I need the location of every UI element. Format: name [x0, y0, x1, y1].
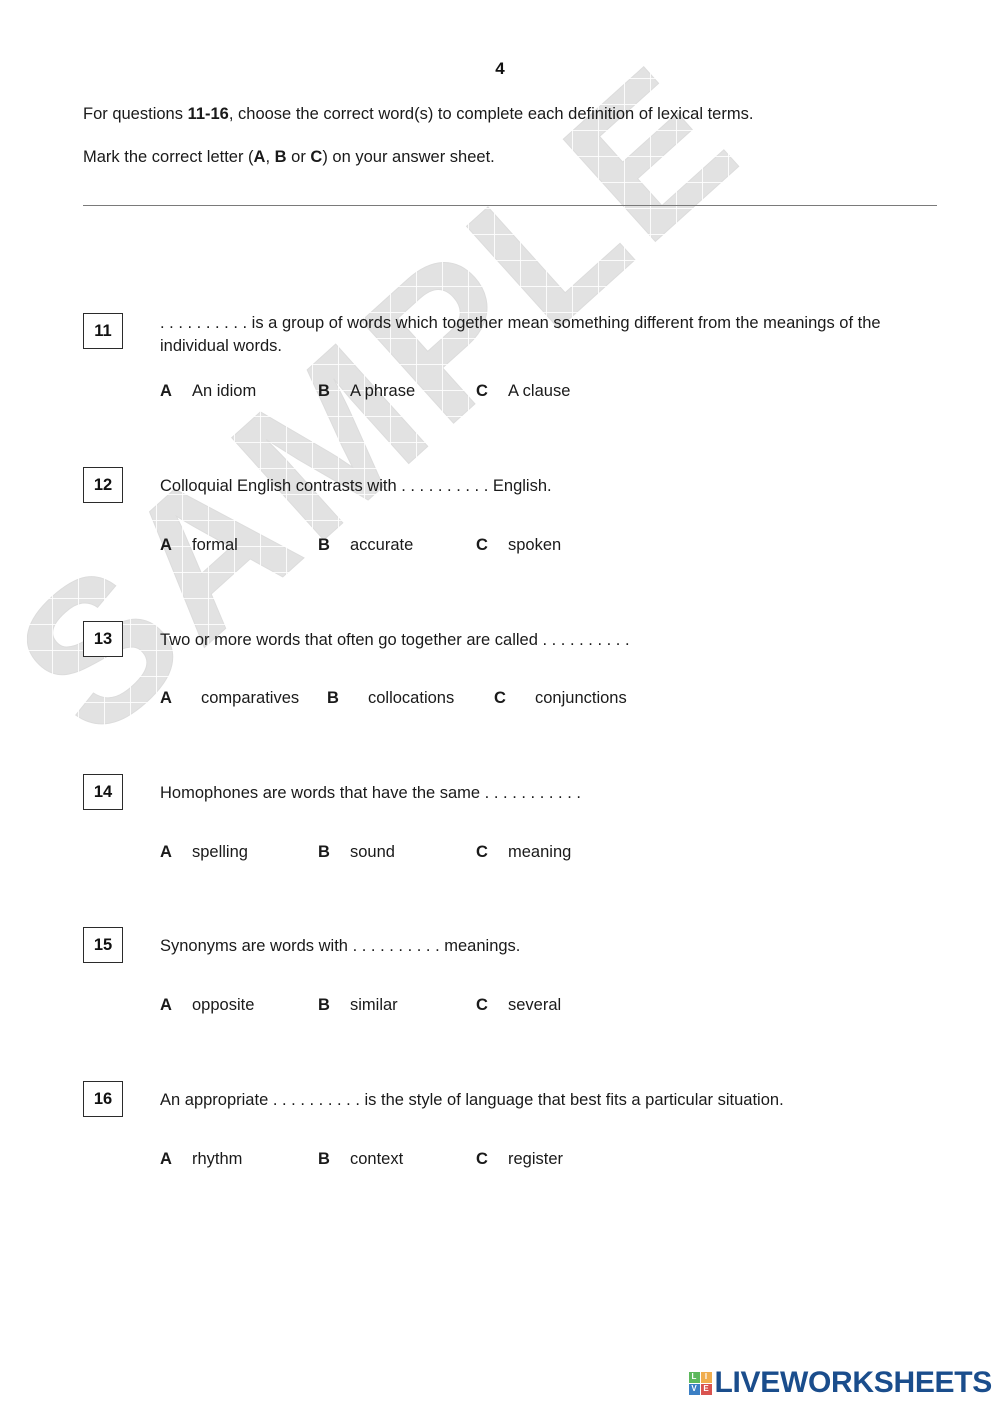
option-15-a[interactable]: Aopposite: [160, 996, 318, 1015]
option-text-a: rhythm: [192, 1150, 243, 1168]
option-letter-a: A: [160, 1150, 172, 1168]
option-text-a: spelling: [192, 843, 248, 861]
option-letter-b: B: [318, 536, 330, 554]
option-text-b: context: [350, 1150, 404, 1168]
question-number-box-14: 14: [83, 774, 123, 810]
option-11-c[interactable]: C A clause: [476, 382, 570, 401]
option-letter-b: B: [318, 996, 330, 1014]
option-16-b[interactable]: Bcontext: [318, 1150, 476, 1169]
option-letter-c: C: [494, 689, 506, 707]
option-14-c[interactable]: Cmeaning: [476, 843, 571, 862]
option-text-c: several: [508, 996, 562, 1014]
liveworksheets-logo[interactable]: L I V E LIVEWORKSHEETS: [688, 1366, 993, 1400]
instruction-2-suffix: ) on your answer sheet.: [322, 148, 495, 166]
option-11-a[interactable]: A An idiom: [160, 382, 318, 401]
instruction-2-prefix: Mark the correct letter (: [83, 148, 254, 166]
option-letter-b: B: [318, 1150, 330, 1168]
option-11-b[interactable]: B A phrase: [318, 382, 476, 401]
question-number-box-13: 13: [83, 621, 123, 657]
question-stem-14: Homophones are words that have the same …: [160, 784, 581, 802]
instruction-line-1: For questions 11-16, choose the correct …: [83, 105, 753, 124]
question-stem-15: Synonyms are words with . . . . . . . . …: [160, 937, 521, 955]
question-stem-12: Colloquial English contrasts with . . . …: [160, 477, 552, 495]
option-letter-b: B: [327, 689, 339, 707]
option-letter-a: A: [160, 536, 172, 554]
question-number-box-11: 11: [83, 313, 123, 349]
question-stem-11: . . . . . . . . . . is a group of words …: [160, 314, 881, 356]
option-letter-c: C: [476, 843, 488, 861]
option-12-c[interactable]: Cspoken: [476, 536, 561, 555]
options-12: Aformal Baccurate Cspoken: [160, 536, 561, 555]
option-text-c: spoken: [508, 536, 562, 554]
instruction-2-sep-1: ,: [265, 148, 275, 166]
option-16-a[interactable]: Arhythm: [160, 1150, 318, 1169]
option-14-b[interactable]: Bsound: [318, 843, 476, 862]
option-letter-a: A: [160, 382, 172, 400]
options-14: Aspelling Bsound Cmeaning: [160, 843, 571, 862]
page-number: 4: [495, 59, 505, 78]
option-letter-a: A: [160, 996, 172, 1014]
logo-tile-i: I: [700, 1371, 712, 1383]
option-letter-b: B: [318, 843, 330, 861]
option-text-c: meaning: [508, 843, 572, 861]
option-letter-c: C: [476, 382, 488, 400]
option-12-a[interactable]: Aformal: [160, 536, 318, 555]
logo-wordmark: LIVEWORKSHEETS: [714, 1366, 993, 1399]
question-stem-13: Two or more words that often go together…: [160, 631, 630, 649]
option-text-b: similar: [350, 996, 398, 1014]
instruction-1-suffix: , choose the correct word(s) to complete…: [228, 105, 754, 123]
options-13: Acomparatives Bcollocations Cconjunctions: [160, 689, 627, 708]
options-11: A An idiom B A phrase C A clause: [160, 382, 570, 401]
instruction-line-2: Mark the correct letter (A, B or C) on y…: [83, 148, 495, 167]
option-text-b: A phrase: [350, 382, 416, 400]
option-text-c: conjunctions: [535, 689, 627, 707]
logo-tile-l: L: [688, 1371, 700, 1383]
option-letter-c: C: [476, 996, 488, 1014]
section-divider: [83, 205, 937, 206]
instruction-2-sep-2: or: [286, 148, 311, 166]
option-letter-c: C: [476, 1150, 488, 1168]
option-text-a: An idiom: [192, 382, 257, 400]
instruction-1-prefix: For questions: [83, 105, 188, 123]
option-text-a: formal: [192, 536, 238, 554]
option-text-a: comparatives: [201, 689, 300, 707]
option-text-b: collocations: [368, 689, 455, 707]
question-stem-16: An appropriate . . . . . . . . . . is th…: [160, 1091, 784, 1109]
logo-tile-e: E: [700, 1383, 712, 1395]
option-13-b[interactable]: Bcollocations: [327, 689, 494, 708]
question-number-box-16: 16: [83, 1081, 123, 1117]
option-15-c[interactable]: Cseveral: [476, 996, 561, 1015]
logo-tile-v: V: [688, 1383, 700, 1395]
option-letter-a: A: [160, 843, 172, 861]
option-text-a: opposite: [192, 996, 255, 1014]
instruction-2-letter-c: C: [310, 148, 323, 166]
option-letter-c: C: [476, 536, 488, 554]
instruction-2-letter-b: B: [274, 148, 287, 166]
worksheet-page: SAMPLE 4 For questions 11-16, choose the…: [0, 0, 1000, 1413]
question-number-box-12: 12: [83, 467, 123, 503]
option-text-b: accurate: [350, 536, 414, 554]
option-letter-a: A: [160, 689, 172, 707]
option-text-c: register: [508, 1150, 564, 1168]
option-text-b: sound: [350, 843, 395, 861]
live-logo-icon: L I V E: [688, 1371, 712, 1395]
option-letter-b: B: [318, 382, 330, 400]
options-16: Arhythm Bcontext Cregister: [160, 1150, 563, 1169]
option-12-b[interactable]: Baccurate: [318, 536, 476, 555]
option-13-a[interactable]: Acomparatives: [160, 689, 327, 708]
option-14-a[interactable]: Aspelling: [160, 843, 318, 862]
question-number-box-15: 15: [83, 927, 123, 963]
option-13-c[interactable]: Cconjunctions: [494, 689, 627, 708]
instruction-2-letter-a: A: [253, 148, 266, 166]
option-16-c[interactable]: Cregister: [476, 1150, 563, 1169]
option-15-b[interactable]: Bsimilar: [318, 996, 476, 1015]
instruction-1-range: 11-16: [187, 105, 229, 123]
option-text-c: A clause: [508, 382, 571, 400]
options-15: Aopposite Bsimilar Cseveral: [160, 996, 561, 1015]
